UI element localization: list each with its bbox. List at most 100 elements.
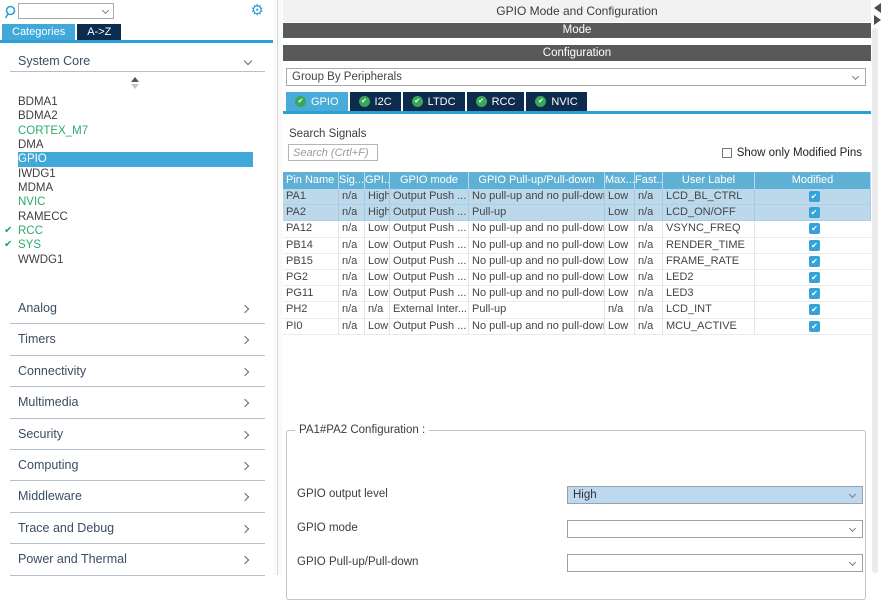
category-multimedia[interactable]: Multimedia bbox=[0, 387, 273, 418]
cell-max-speed: Low bbox=[605, 254, 635, 269]
category-security[interactable]: Security bbox=[0, 419, 273, 450]
header-fast-mode[interactable]: Fast... bbox=[635, 172, 663, 189]
panel-splitter[interactable] bbox=[273, 0, 282, 575]
table-row[interactable]: PA1 n/a High Output Push ... No pull-up … bbox=[283, 189, 871, 205]
vertical-scrollbar[interactable] bbox=[872, 28, 878, 573]
group-by-select[interactable]: Group By Peripherals bbox=[286, 68, 866, 86]
check-circle-icon: ✔ bbox=[412, 96, 423, 107]
section-system-core[interactable]: System Core bbox=[0, 50, 273, 71]
sidebar-item-wwdg1[interactable]: WWDG1 bbox=[0, 253, 273, 267]
category-middleware[interactable]: Middleware bbox=[0, 481, 273, 512]
modified-checkbox[interactable]: ✔ bbox=[809, 240, 820, 251]
tab-a-to-z[interactable]: A->Z bbox=[77, 24, 121, 40]
modified-checkbox[interactable]: ✔ bbox=[809, 191, 820, 202]
tab-nvic[interactable]: ✔NVIC bbox=[526, 92, 586, 111]
category-analog[interactable]: Analog bbox=[0, 293, 273, 324]
show-modified-checkbox[interactable] bbox=[722, 148, 732, 158]
category-label: Connectivity bbox=[18, 364, 86, 378]
category-connectivity[interactable]: Connectivity bbox=[0, 356, 273, 387]
sidebar-item-ramecc[interactable]: RAMECC bbox=[0, 210, 273, 224]
cell-pull: No pull-up and no pull-down bbox=[469, 286, 605, 301]
peripheral-search-combobox[interactable] bbox=[18, 3, 114, 19]
table-row[interactable]: PA2 n/a High Output Push ... Pull-up Low… bbox=[283, 205, 871, 221]
header-pin-name[interactable]: Pin Name▲ bbox=[283, 172, 339, 189]
header-gpio-mode[interactable]: GPIO mode bbox=[390, 172, 469, 189]
gpio-output-level-select[interactable]: High bbox=[567, 486, 863, 504]
table-row[interactable]: PG2 n/a Low Output Push ... No pull-up a… bbox=[283, 270, 871, 286]
item-label: GPIO bbox=[18, 153, 47, 165]
collapse-left-icon[interactable] bbox=[874, 3, 881, 13]
tab-gpio[interactable]: ✔ GPIO bbox=[286, 92, 348, 111]
sidebar-item-bdma2[interactable]: BDMA2 bbox=[0, 109, 273, 123]
table-row[interactable]: PA12 n/a Low Output Push ... No pull-up … bbox=[283, 221, 871, 237]
modified-checkbox[interactable]: ✔ bbox=[809, 288, 820, 299]
cell-signal: n/a bbox=[339, 270, 365, 285]
modified-checkbox[interactable]: ✔ bbox=[809, 207, 820, 218]
header-pull[interactable]: GPIO Pull-up/Pull-down bbox=[469, 172, 605, 189]
sidebar-item-iwdg1[interactable]: IWDG1 bbox=[0, 167, 273, 181]
sidebar-item-nvic[interactable]: NVIC bbox=[0, 195, 273, 209]
header-gpio-output[interactable]: GPI... bbox=[365, 172, 390, 189]
sidebar-item-mdma[interactable]: MDMA bbox=[0, 181, 273, 195]
cell-pull: Pull-up bbox=[469, 302, 605, 317]
category-label: Trace and Debug bbox=[18, 521, 114, 535]
modified-checkbox[interactable]: ✔ bbox=[809, 223, 820, 234]
header-signal[interactable]: Sig... bbox=[339, 172, 365, 189]
cell-pin-name: PA12 bbox=[283, 221, 339, 236]
category-label: Security bbox=[18, 427, 63, 441]
modified-checkbox[interactable]: ✔ bbox=[809, 256, 820, 267]
item-label: RAMECC bbox=[18, 211, 68, 223]
sidebar-item-gpio[interactable]: GPIO bbox=[18, 152, 253, 166]
gpio-mode-select[interactable] bbox=[567, 520, 863, 538]
cell-pull: No pull-up and no pull-down bbox=[469, 189, 605, 204]
cell-fast-mode: n/a bbox=[635, 189, 663, 204]
search-icon[interactable] bbox=[4, 5, 17, 26]
sidebar-item-bdma1[interactable]: BDMA1 bbox=[0, 95, 273, 109]
cell-max-speed: Low bbox=[605, 205, 635, 220]
check-circle-icon: ✔ bbox=[535, 96, 546, 107]
configuration-section-header[interactable]: Configuration bbox=[283, 45, 871, 61]
cell-fast-mode: n/a bbox=[635, 238, 663, 253]
collapse-right-icon[interactable] bbox=[874, 15, 881, 25]
cell-user-label: LCD_INT bbox=[663, 302, 755, 317]
tab-rcc[interactable]: ✔RCC bbox=[467, 92, 525, 111]
cell-signal: n/a bbox=[339, 189, 365, 204]
check-circle-icon: ✔ bbox=[295, 96, 306, 107]
table-row[interactable]: PB15 n/a Low Output Push ... No pull-up … bbox=[283, 254, 871, 270]
category-label: Multimedia bbox=[18, 395, 78, 409]
modified-checkbox[interactable]: ✔ bbox=[809, 321, 820, 332]
sidebar-item-rcc[interactable]: ✔RCC bbox=[0, 224, 273, 238]
group-legend: PA1#PA2 Configuration : bbox=[295, 424, 429, 436]
modified-checkbox[interactable]: ✔ bbox=[809, 304, 820, 315]
table-row[interactable]: PB14 n/a Low Output Push ... No pull-up … bbox=[283, 238, 871, 254]
cell-pull: No pull-up and no pull-down bbox=[469, 254, 605, 269]
sidebar-toolbar: ⚙ bbox=[0, 0, 273, 24]
table-row[interactable]: PH2 n/a n/a External Inter... Pull-up n/… bbox=[283, 302, 871, 318]
tab-ltdc[interactable]: ✔LTDC bbox=[403, 92, 465, 111]
sidebar-item-dma[interactable]: DMA bbox=[0, 138, 273, 152]
table-row[interactable]: PG11 n/a Low Output Push ... No pull-up … bbox=[283, 286, 871, 302]
sidebar-item-sys[interactable]: ✔SYS bbox=[0, 238, 273, 252]
gpio-pull-select[interactable] bbox=[567, 554, 863, 572]
cell-signal: n/a bbox=[339, 221, 365, 236]
cell-gpio-mode: Output Push ... bbox=[390, 319, 469, 334]
list-scroll-spinner-icon[interactable] bbox=[131, 77, 139, 89]
mode-section-header[interactable]: Mode bbox=[283, 23, 871, 38]
header-user-label[interactable]: User Label bbox=[663, 172, 755, 189]
tab-i2c[interactable]: ✔I2C bbox=[350, 92, 401, 111]
category-computing[interactable]: Computing bbox=[0, 450, 273, 481]
category-power-and-thermal[interactable]: Power and Thermal bbox=[0, 544, 273, 575]
search-signals-input[interactable] bbox=[288, 144, 378, 161]
category-timers[interactable]: Timers bbox=[0, 324, 273, 355]
gear-icon[interactable]: ⚙ bbox=[251, 1, 264, 19]
cell-pin-name: PA2 bbox=[283, 205, 339, 220]
tab-categories[interactable]: Categories bbox=[2, 24, 75, 40]
tab-label: GPIO bbox=[311, 96, 339, 108]
sidebar-item-cortex-m7[interactable]: CORTEX_M7 bbox=[0, 124, 273, 138]
category-trace-and-debug[interactable]: Trace and Debug bbox=[0, 513, 273, 544]
table-row[interactable]: PI0 n/a Low Output Push ... No pull-up a… bbox=[283, 319, 871, 335]
cell-user-label: FRAME_RATE bbox=[663, 254, 755, 269]
header-max-speed[interactable]: Max... bbox=[605, 172, 635, 189]
header-modified[interactable]: Modified bbox=[755, 172, 871, 189]
modified-checkbox[interactable]: ✔ bbox=[809, 272, 820, 283]
